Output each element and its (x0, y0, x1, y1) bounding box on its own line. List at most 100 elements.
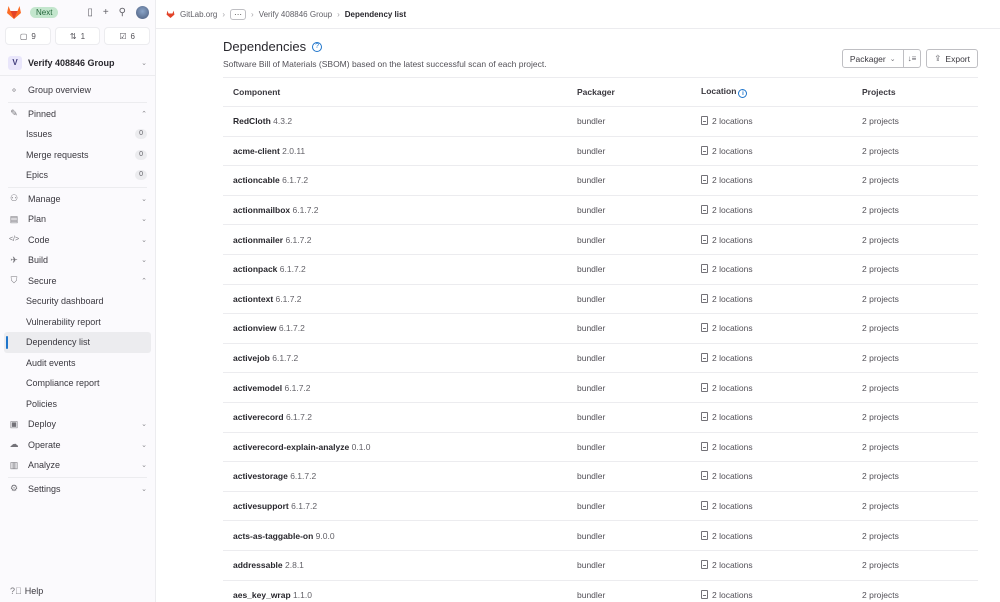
component-name[interactable]: activemodel (233, 383, 282, 393)
sidebar-item-manage[interactable]: ⚇ Manage ⌄ (0, 189, 155, 210)
component-name[interactable]: actionview (233, 323, 276, 333)
sidebar-item-security-dashboard[interactable]: Security dashboard (0, 291, 155, 312)
sort-direction-button[interactable]: ↓≡ (902, 50, 921, 67)
gitlab-logo-icon[interactable] (6, 5, 22, 19)
component-name[interactable]: activestorage (233, 471, 288, 481)
location-cell[interactable]: 2 locations (691, 520, 852, 551)
todos-counter[interactable]: ☑ 6 (104, 27, 151, 45)
location-cell[interactable]: 2 locations (691, 550, 852, 581)
breadcrumb-current[interactable]: Dependency list (345, 10, 406, 19)
component-name[interactable]: activesupport (233, 501, 289, 511)
issues-counter[interactable]: ▢ 9 (5, 27, 51, 45)
projects-cell[interactable]: 2 projects (852, 313, 978, 344)
location-cell[interactable]: 2 locations (691, 254, 852, 285)
projects-cell[interactable]: 2 projects (852, 284, 978, 315)
component-name[interactable]: actiontext (233, 294, 273, 304)
component-name[interactable]: actionmailbox (233, 205, 290, 215)
help-button[interactable]: ?⃝ Help (10, 586, 43, 596)
location-cell[interactable]: 2 locations (691, 402, 852, 433)
location-cell[interactable]: 2 locations (691, 491, 852, 522)
sidebar-item-issues[interactable]: Issues 0 (0, 124, 155, 145)
info-icon[interactable]: i (738, 89, 748, 99)
merge-requests-counter[interactable]: ⇅ 1 (54, 27, 101, 45)
sidebar-item-code[interactable]: </> Code ⌄ (0, 230, 155, 251)
group-switcher[interactable]: V Verify 408846 Group ⌄ (0, 50, 155, 76)
sidebar-item-deploy[interactable]: ▣ Deploy ⌄ (0, 414, 155, 435)
location-cell[interactable]: 2 locations (691, 432, 852, 463)
location-cell[interactable]: 2 locations (691, 461, 852, 492)
location-cell[interactable]: 2 locations (691, 372, 852, 403)
sidebar-item-secure[interactable]: ⛉ Secure ⌃ (0, 271, 155, 292)
component-name[interactable]: acts-as-taggable-on (233, 531, 313, 541)
projects-cell[interactable]: 2 projects (852, 254, 978, 285)
location-cell[interactable]: 2 locations (691, 580, 852, 602)
projects-cell[interactable]: 2 projects (852, 165, 978, 196)
sidebar-item-settings[interactable]: ⚙ Settings ⌄ (0, 479, 155, 500)
projects-cell[interactable]: 2 projects (852, 580, 978, 602)
component-name[interactable]: acme-client (233, 146, 280, 156)
projects-cell[interactable]: 2 projects (852, 136, 978, 167)
component-name[interactable]: activejob (233, 353, 270, 363)
breadcrumb-ellipsis-button[interactable]: ··· (230, 8, 247, 20)
file-icon (701, 264, 708, 274)
projects-cell[interactable]: 2 projects (852, 195, 978, 226)
component-cell: activestorage 6.1.7.2 (223, 461, 567, 492)
projects-cell[interactable]: 2 projects (852, 461, 978, 492)
component-name[interactable]: activerecord (233, 412, 284, 422)
sidebar-item-merge-requests[interactable]: Merge requests 0 (0, 145, 155, 166)
sidebar-toggle-icon[interactable]: ▯ (87, 7, 93, 18)
export-button[interactable]: ⇪ Export (926, 49, 978, 68)
projects-cell[interactable]: 2 projects (852, 372, 978, 403)
location-cell[interactable]: 2 locations (691, 343, 852, 374)
count-badge: 0 (135, 170, 147, 181)
projects-cell[interactable]: 2 projects (852, 343, 978, 374)
projects-cell[interactable]: 2 projects (852, 432, 978, 463)
sidebar-item-policies[interactable]: Policies (0, 394, 155, 415)
projects-cell[interactable]: 2 projects (852, 224, 978, 255)
sidebar-item-group-overview[interactable]: ⚬ Group overview (0, 80, 155, 101)
sidebar-item-epics[interactable]: Epics 0 (0, 165, 155, 186)
location-cell[interactable]: 2 locations (691, 106, 852, 137)
component-cell: acme-client 2.0.11 (223, 136, 567, 167)
component-name[interactable]: actioncable (233, 175, 280, 185)
sort-field-dropdown[interactable]: Packager ⌄ (843, 50, 903, 67)
table-row: RedCloth 4.3.2 bundler 2 locations 2 projec… (223, 106, 978, 137)
sidebar-item-operate[interactable]: ☁ Operate ⌄ (0, 435, 155, 456)
projects-cell[interactable]: 2 projects (852, 550, 978, 581)
location-cell[interactable]: 2 locations (691, 165, 852, 196)
breadcrumb-root[interactable]: GitLab.org (180, 10, 217, 19)
component-name[interactable]: addressable (233, 560, 283, 570)
component-cell: actionmailbox 6.1.7.2 (223, 195, 567, 226)
location-cell[interactable]: 2 locations (691, 224, 852, 255)
component-name[interactable]: actionpack (233, 264, 277, 274)
sidebar-item-compliance-report[interactable]: Compliance report (0, 373, 155, 394)
next-badge[interactable]: Next (30, 6, 59, 18)
plus-icon[interactable]: + (103, 7, 109, 18)
projects-cell[interactable]: 2 projects (852, 491, 978, 522)
component-name[interactable]: RedCloth (233, 116, 271, 126)
search-icon[interactable]: ⚲ (119, 7, 126, 18)
location-cell[interactable]: 2 locations (691, 284, 852, 315)
avatar[interactable] (136, 5, 149, 19)
page-subtitle: Software Bill of Materials (SBOM) based … (223, 59, 547, 69)
sidebar-item-audit-events[interactable]: Audit events (0, 353, 155, 374)
projects-cell[interactable]: 2 projects (852, 106, 978, 137)
sidebar-item-pinned[interactable]: ✎ Pinned ⌃ (0, 104, 155, 125)
component-name[interactable]: activerecord-explain-analyze (233, 442, 349, 452)
projects-cell[interactable]: 2 projects (852, 520, 978, 551)
component-name[interactable]: actionmailer (233, 235, 283, 245)
sidebar-item-vulnerability-report[interactable]: Vulnerability report (0, 312, 155, 333)
packager-cell: bundler (567, 343, 691, 374)
projects-cell[interactable]: 2 projects (852, 402, 978, 433)
sidebar-item-analyze[interactable]: ▥ Analyze ⌄ (0, 455, 155, 476)
help-icon[interactable]: ? (312, 41, 323, 52)
sidebar-item-build[interactable]: ✈ Build ⌄ (0, 250, 155, 271)
location-cell[interactable]: 2 locations (691, 195, 852, 226)
component-name[interactable]: aes_key_wrap (233, 590, 291, 600)
breadcrumb-group[interactable]: Verify 408846 Group (259, 10, 332, 19)
location-cell[interactable]: 2 locations (691, 313, 852, 344)
sidebar-item-plan[interactable]: ▤ Plan ⌄ (0, 209, 155, 230)
sidebar-item-dependency-list[interactable]: Dependency list (4, 332, 151, 353)
header-projects: Projects (852, 77, 978, 107)
location-cell[interactable]: 2 locations (691, 136, 852, 167)
